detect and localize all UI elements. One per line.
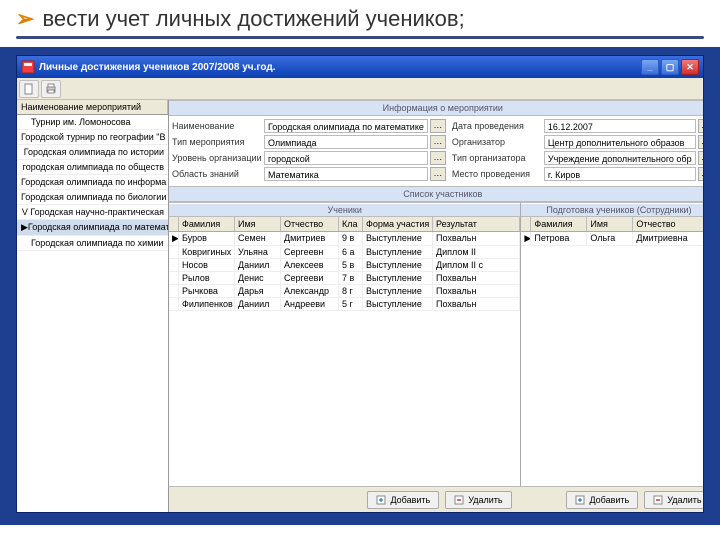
rcol-surname[interactable]: Фамилия	[531, 217, 587, 231]
info-row: Место проведенияг. Киров…	[452, 167, 703, 181]
events-sidebar: Наименование мероприятий Турнир им. Ломо…	[17, 100, 169, 512]
bullet-arrow-icon: ➢	[16, 6, 34, 32]
table-row[interactable]: НосовДаниилАлексеев5 вВыступлениеДиплом …	[169, 259, 520, 272]
slide-header: ➢ вести учет личных достижений учеников;	[0, 0, 720, 36]
rcol-patronymic[interactable]: Отчество	[633, 217, 703, 231]
students-panel: Ученики Фамилия Имя Отчество Кла Форма у…	[169, 203, 521, 486]
students-delete-button[interactable]: Удалить	[445, 491, 511, 509]
info-label: Дата проведения	[452, 121, 544, 131]
events-header-label: Наименование мероприятий	[17, 100, 168, 114]
info-band: Информация о мероприятии	[169, 100, 703, 116]
info-label: Уровень организации	[172, 153, 264, 163]
event-row[interactable]: Городская олимпиада по биологии	[17, 190, 168, 205]
col-name[interactable]: Имя	[235, 217, 281, 231]
divider	[16, 36, 704, 39]
event-row[interactable]: Городская олимпиада по информа	[17, 175, 168, 190]
info-row: Уровень организациигородской…	[172, 151, 446, 165]
info-value[interactable]: городской	[264, 151, 428, 165]
events-header: Наименование мероприятий	[17, 100, 168, 115]
info-value[interactable]: г. Киров	[544, 167, 696, 181]
event-row[interactable]: городская олимпиада по обществ	[17, 160, 168, 175]
slide-title: вести учет личных достижений учеников;	[42, 6, 464, 32]
col-class[interactable]: Кла	[339, 217, 363, 231]
info-label: Наименование	[172, 121, 264, 131]
staff-add-button[interactable]: Добавить	[566, 491, 638, 509]
event-row[interactable]: Городская олимпиада по химии	[17, 236, 168, 251]
staff-panel: Подготовка учеников (Сотрудники) Фамилия…	[521, 203, 703, 486]
students-title: Ученики	[169, 203, 520, 217]
event-row[interactable]: Городская олимпиада по истории	[17, 145, 168, 160]
rcol-name[interactable]: Имя	[587, 217, 633, 231]
info-value[interactable]: Учреждение дополнительного обр	[544, 151, 696, 165]
info-row: Дата проведения16.12.2007…	[452, 119, 703, 133]
info-label: Тип организатора	[452, 153, 544, 163]
info-label: Место проведения	[452, 169, 544, 179]
minimize-button[interactable]: _	[641, 59, 659, 75]
bottom-bar: Добавить Удалить Добавить Удалить	[169, 486, 703, 512]
info-row: Тип организатораУчреждение дополнительно…	[452, 151, 703, 165]
maximize-button[interactable]: ▢	[661, 59, 679, 75]
staff-delete-button[interactable]: Удалить	[644, 491, 703, 509]
toolbar	[17, 78, 703, 100]
info-value[interactable]: Олимпиада	[264, 135, 428, 149]
info-label: Тип мероприятия	[172, 137, 264, 147]
lookup-button[interactable]: …	[430, 119, 446, 133]
table-row[interactable]: РыловДенисСергееви7 вВыступлениеПохвальн	[169, 272, 520, 285]
staff-table[interactable]: ▶ПетроваОльгаДмитриевна	[521, 232, 703, 486]
info-value[interactable]: Математика	[264, 167, 428, 181]
col-form[interactable]: Форма участия	[363, 217, 433, 231]
lookup-button[interactable]: …	[430, 135, 446, 149]
window-title: Личные достижения учеников 2007/2008 уч.…	[39, 62, 276, 73]
students-header: Фамилия Имя Отчество Кла Форма участия Р…	[169, 217, 520, 232]
toolbar-print-button[interactable]	[41, 80, 61, 98]
students-add-button[interactable]: Добавить	[367, 491, 439, 509]
event-row[interactable]: Турнир им. Ломоносова	[17, 115, 168, 130]
lookup-button[interactable]: …	[698, 167, 703, 181]
event-row[interactable]: ▶Городская олимпиада по математ	[17, 220, 168, 236]
info-grid: НаименованиеГородская олимпиада по матем…	[169, 116, 703, 186]
table-row[interactable]: ▶ПетроваОльгаДмитриевна	[521, 232, 703, 246]
add-icon	[575, 495, 585, 505]
info-row: НаименованиеГородская олимпиада по матем…	[172, 119, 446, 133]
event-row[interactable]: Городской турнир по географии "В	[17, 130, 168, 145]
delete-icon	[454, 495, 464, 505]
info-row: ОрганизаторЦентр дополнительного образов…	[452, 135, 703, 149]
delete-icon	[653, 495, 663, 505]
info-value[interactable]: 16.12.2007	[544, 119, 696, 133]
add-icon	[376, 495, 386, 505]
students-table[interactable]: ▶БуровСеменДмитриев9 вВыступлениеПохваль…	[169, 232, 520, 486]
table-row[interactable]: ▶БуровСеменДмитриев9 вВыступлениеПохваль…	[169, 232, 520, 246]
slide-body: Личные достижения учеников 2007/2008 уч.…	[0, 47, 720, 525]
table-row[interactable]: КовригиныхУльянаСергеевн6 аВыступлениеДи…	[169, 246, 520, 259]
window-titlebar[interactable]: Личные достижения учеников 2007/2008 уч.…	[17, 56, 703, 78]
info-value[interactable]: Центр дополнительного образов	[544, 135, 696, 149]
close-button[interactable]: ✕	[681, 59, 699, 75]
workarea: Наименование мероприятий Турнир им. Ломо…	[17, 100, 703, 512]
col-result[interactable]: Результат	[433, 217, 520, 231]
staff-title: Подготовка учеников (Сотрудники)	[521, 203, 703, 217]
toolbar-new-button[interactable]	[19, 80, 39, 98]
col-surname[interactable]: Фамилия	[179, 217, 235, 231]
col-patronymic[interactable]: Отчество	[281, 217, 339, 231]
participants-area: Ученики Фамилия Имя Отчество Кла Форма у…	[169, 202, 703, 486]
lookup-button[interactable]: …	[698, 151, 703, 165]
lookup-button[interactable]: …	[430, 151, 446, 165]
info-row: Область знанийМатематика…	[172, 167, 446, 181]
table-row[interactable]: РычковаДарьяАлександр8 гВыступлениеПохва…	[169, 285, 520, 298]
lookup-button[interactable]: …	[698, 135, 703, 149]
lookup-button[interactable]: …	[698, 119, 703, 133]
app-icon	[21, 60, 35, 74]
main-panel: Информация о мероприятии НаименованиеГор…	[169, 100, 703, 512]
info-value[interactable]: Городская олимпиада по математике	[264, 119, 428, 133]
staff-header: Фамилия Имя Отчество	[521, 217, 703, 232]
app-window: Личные достижения учеников 2007/2008 уч.…	[16, 55, 704, 513]
event-row[interactable]: V Городская научно-практическая	[17, 205, 168, 220]
table-row[interactable]: ФилипенковДаниилАндрееви5 гВыступлениеПо…	[169, 298, 520, 311]
events-list[interactable]: Турнир им. ЛомоносоваГородской турнир по…	[17, 115, 168, 512]
info-row: Тип мероприятияОлимпиада…	[172, 135, 446, 149]
info-label: Область знаний	[172, 169, 264, 179]
info-label: Организатор	[452, 137, 544, 147]
participants-band: Список участников	[169, 186, 703, 202]
lookup-button[interactable]: …	[430, 167, 446, 181]
